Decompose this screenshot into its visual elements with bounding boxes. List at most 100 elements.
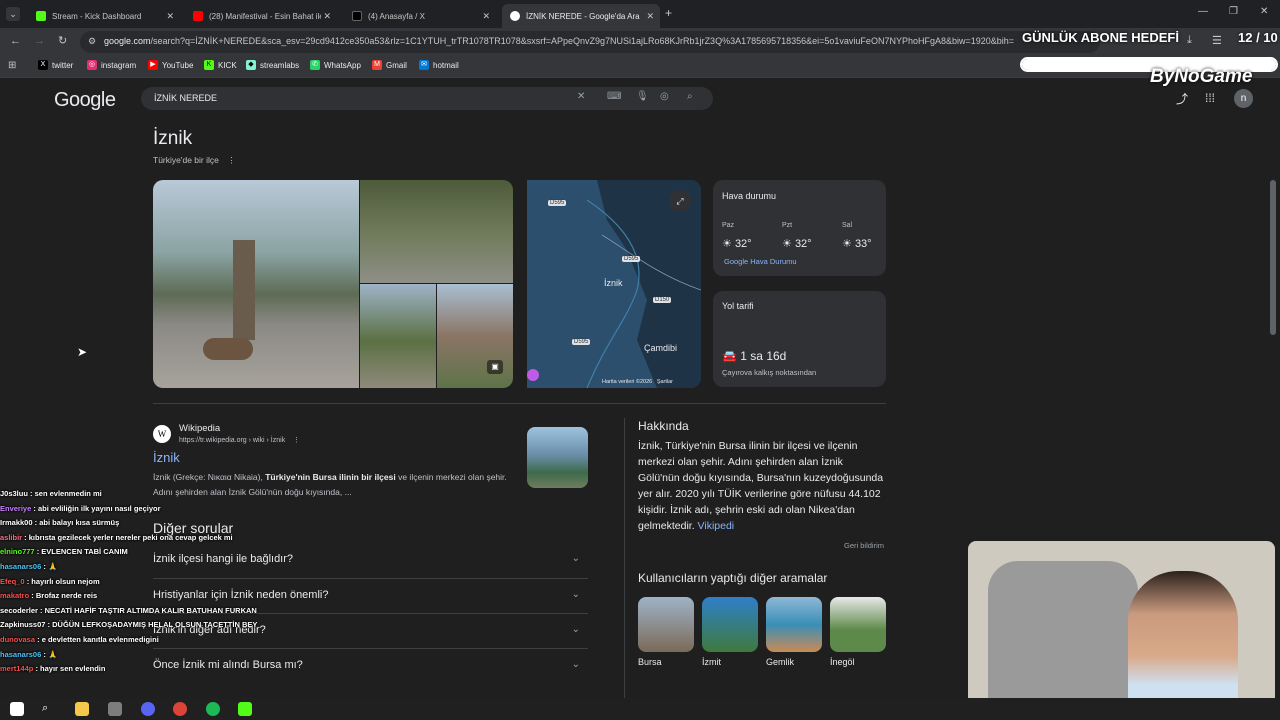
result-thumbnail[interactable] xyxy=(527,427,588,488)
expand-map-icon[interactable]: ⤢ xyxy=(669,190,691,212)
windows-start-icon[interactable] xyxy=(10,702,24,716)
chat-text: sen evlenmedin mi xyxy=(34,489,102,498)
chat-message: hasanars06 : 🙏 xyxy=(0,649,58,659)
reload-button[interactable]: ↻ xyxy=(58,34,67,47)
weather-temp: ☀ 33° xyxy=(842,238,872,250)
directions-card[interactable]: Yol tarifi 🚘 1 sa 16d Çayırova kalkış no… xyxy=(713,291,886,387)
bookmark-kick[interactable]: K KICK xyxy=(204,60,237,70)
bookmark-whatsapp[interactable]: ✆ WhatsApp xyxy=(310,60,361,70)
url-host: google.com xyxy=(104,36,151,46)
map-place-label: İznik xyxy=(604,278,623,288)
clear-icon[interactable]: ✕ xyxy=(577,91,585,102)
search-input[interactable]: İZNİK NEREDE ✕ ⌨ 🎙 ◎ ⌕ xyxy=(141,87,713,110)
feedback-link[interactable]: Geri bildirim xyxy=(844,541,884,550)
close-icon[interactable]: ✕ xyxy=(646,11,654,22)
search-icon[interactable]: ⌕ xyxy=(687,91,693,102)
hotmail-icon: ✉ xyxy=(419,60,429,70)
gallery-icon[interactable]: ▣ xyxy=(487,360,503,374)
map-footer: Harita verileri ©2026 Şartlar xyxy=(602,379,674,385)
photo-ruins[interactable] xyxy=(360,180,513,283)
account-avatar[interactable]: n xyxy=(1234,89,1253,108)
new-tab-button[interactable]: + xyxy=(665,6,672,20)
chat-message: dunovasa : e devletten kanıtla evlenmedi… xyxy=(0,634,159,644)
related-search-bursa[interactable]: Bursa xyxy=(638,597,694,667)
result-title-link[interactable]: İznik xyxy=(153,450,180,465)
photo-minaret[interactable]: ▣ xyxy=(437,284,513,388)
bookmark-youtube[interactable]: ▶ YouTube xyxy=(148,60,193,70)
chat-username: Zapkinuss07 xyxy=(0,620,46,630)
app-icon[interactable] xyxy=(238,702,252,716)
close-icon[interactable]: ✕ xyxy=(482,11,490,22)
bookmark-instagram[interactable]: ◎ instagram xyxy=(87,60,136,70)
spotify-icon[interactable] xyxy=(206,702,220,716)
download-icon[interactable]: ⤓ xyxy=(1187,34,1192,47)
weather-day: Paz xyxy=(722,222,735,229)
photo-palm[interactable] xyxy=(360,284,436,388)
chrome-icon[interactable] xyxy=(173,702,187,716)
forward-button[interactable]: → xyxy=(34,35,45,47)
chat-text: EVLENCEN TABİ CANIM xyxy=(41,547,128,557)
google-logo[interactable]: Google xyxy=(54,89,116,112)
bookmark-twitter[interactable]: Xtwitter xyxy=(38,60,73,70)
address-bar[interactable]: ⚙ google.com/search?q=İZNİK+NEREDE&sca_e… xyxy=(80,31,1100,53)
microphone-icon[interactable]: 🎙 xyxy=(636,91,649,102)
chevron-down-icon: ⌄ xyxy=(571,659,580,670)
menu-icon[interactable]: ☰ xyxy=(1212,34,1222,47)
app-icon[interactable] xyxy=(108,702,122,716)
chat-message: Enveriye : abi evliliğin ilk yayını nası… xyxy=(0,503,161,513)
x-icon: X xyxy=(38,60,48,70)
minimize-button[interactable]: — xyxy=(1198,6,1208,17)
related-search-inegol[interactable]: İnegöl xyxy=(830,597,886,667)
share-icon[interactable]: ⤴ xyxy=(1176,90,1188,107)
chat-message: hasanars06 : 🙏 xyxy=(0,561,58,571)
close-icon[interactable]: ✕ xyxy=(323,11,331,22)
bookmark-streamlabs[interactable]: ◆ streamlabs xyxy=(246,60,299,70)
taskbar-search-icon[interactable]: ⌕ xyxy=(42,702,56,716)
file-explorer-icon[interactable] xyxy=(75,702,89,716)
back-button[interactable]: ← xyxy=(10,35,21,47)
bookmark-hotmail[interactable]: ✉ hotmail xyxy=(419,60,459,70)
road-label: D595 xyxy=(572,339,591,345)
map-terms-link[interactable]: Şartlar xyxy=(657,379,673,385)
google-apps-icon[interactable]: ⁞⁞⁞ xyxy=(1205,91,1215,105)
more-options-icon[interactable]: ⋮ xyxy=(293,437,300,444)
bookmark-gmail[interactable]: M Gmail xyxy=(372,60,407,70)
lens-icon[interactable]: ◎ xyxy=(660,91,669,102)
related-search-izmit[interactable]: İzmit xyxy=(702,597,758,667)
tab-youtube[interactable]: (28) Manifestival - Esin Bahat ile ✕ xyxy=(185,4,337,28)
apps-icon[interactable]: ⊞ xyxy=(8,60,16,71)
tab-x[interactable]: (4) Anasayfa / X ✕ xyxy=(344,4,496,28)
weather-card[interactable]: Hava durumu Paz Pzt Sal ☀ 32° ☀ 32° ☀ 33… xyxy=(713,180,886,276)
map-panel[interactable]: D595 D595 D150 D595 İznik Çamdibi ⤢ Hari… xyxy=(527,180,701,388)
tab-google-search[interactable]: İZNİK NEREDE - Google'da Ara ✕ xyxy=(502,4,660,28)
page-scrollbar[interactable] xyxy=(1270,180,1276,335)
discord-icon[interactable] xyxy=(141,702,155,716)
chat-text: e devletten kanıtla evlenmedigini xyxy=(41,634,159,644)
windows-taskbar: ⌕ xyxy=(0,698,1280,720)
photo-mosque-tree[interactable] xyxy=(153,180,359,388)
chat-username: J0s3luu xyxy=(0,489,28,498)
tab-search-button[interactable]: ⌄ xyxy=(6,7,20,21)
vikipedi-link[interactable]: Vikipedi xyxy=(698,520,735,532)
weather-source-link[interactable]: Google Hava Durumu xyxy=(724,257,797,266)
keyboard-icon[interactable]: ⌨ xyxy=(607,91,621,102)
related-search-gemlik[interactable]: Gemlik xyxy=(766,597,822,667)
webcam-person xyxy=(1128,571,1238,713)
tab-label: (28) Manifestival - Esin Bahat ile xyxy=(209,11,321,21)
stream-chat-overlay: J0s3luu : sen evlenmedin mi Enveriye : ab… xyxy=(0,487,320,699)
chat-text: kıbrısta gezilecek yerler nereler peki o… xyxy=(28,532,233,542)
directions-origin: Çayırova kalkış noktasından xyxy=(722,368,817,377)
chat-username: dunovasa xyxy=(0,634,36,644)
chat-username: Efeq_0 xyxy=(0,576,25,586)
close-icon[interactable]: ✕ xyxy=(166,11,174,22)
restore-button[interactable]: ❐ xyxy=(1229,6,1238,17)
close-window-button[interactable]: ✕ xyxy=(1260,6,1268,17)
youtube-icon xyxy=(193,11,203,21)
site-info-icon[interactable]: ⚙ xyxy=(88,36,96,47)
tab-kick-dashboard[interactable]: Stream - Kick Dashboard ✕ xyxy=(28,4,180,28)
x-icon xyxy=(352,11,362,21)
entity-subtitle: Türkiye'de bir ilçe ⋮ xyxy=(153,155,236,165)
more-options-icon[interactable]: ⋮ xyxy=(227,155,236,165)
tree-trunk xyxy=(233,240,255,340)
about-panel-border xyxy=(624,418,625,698)
